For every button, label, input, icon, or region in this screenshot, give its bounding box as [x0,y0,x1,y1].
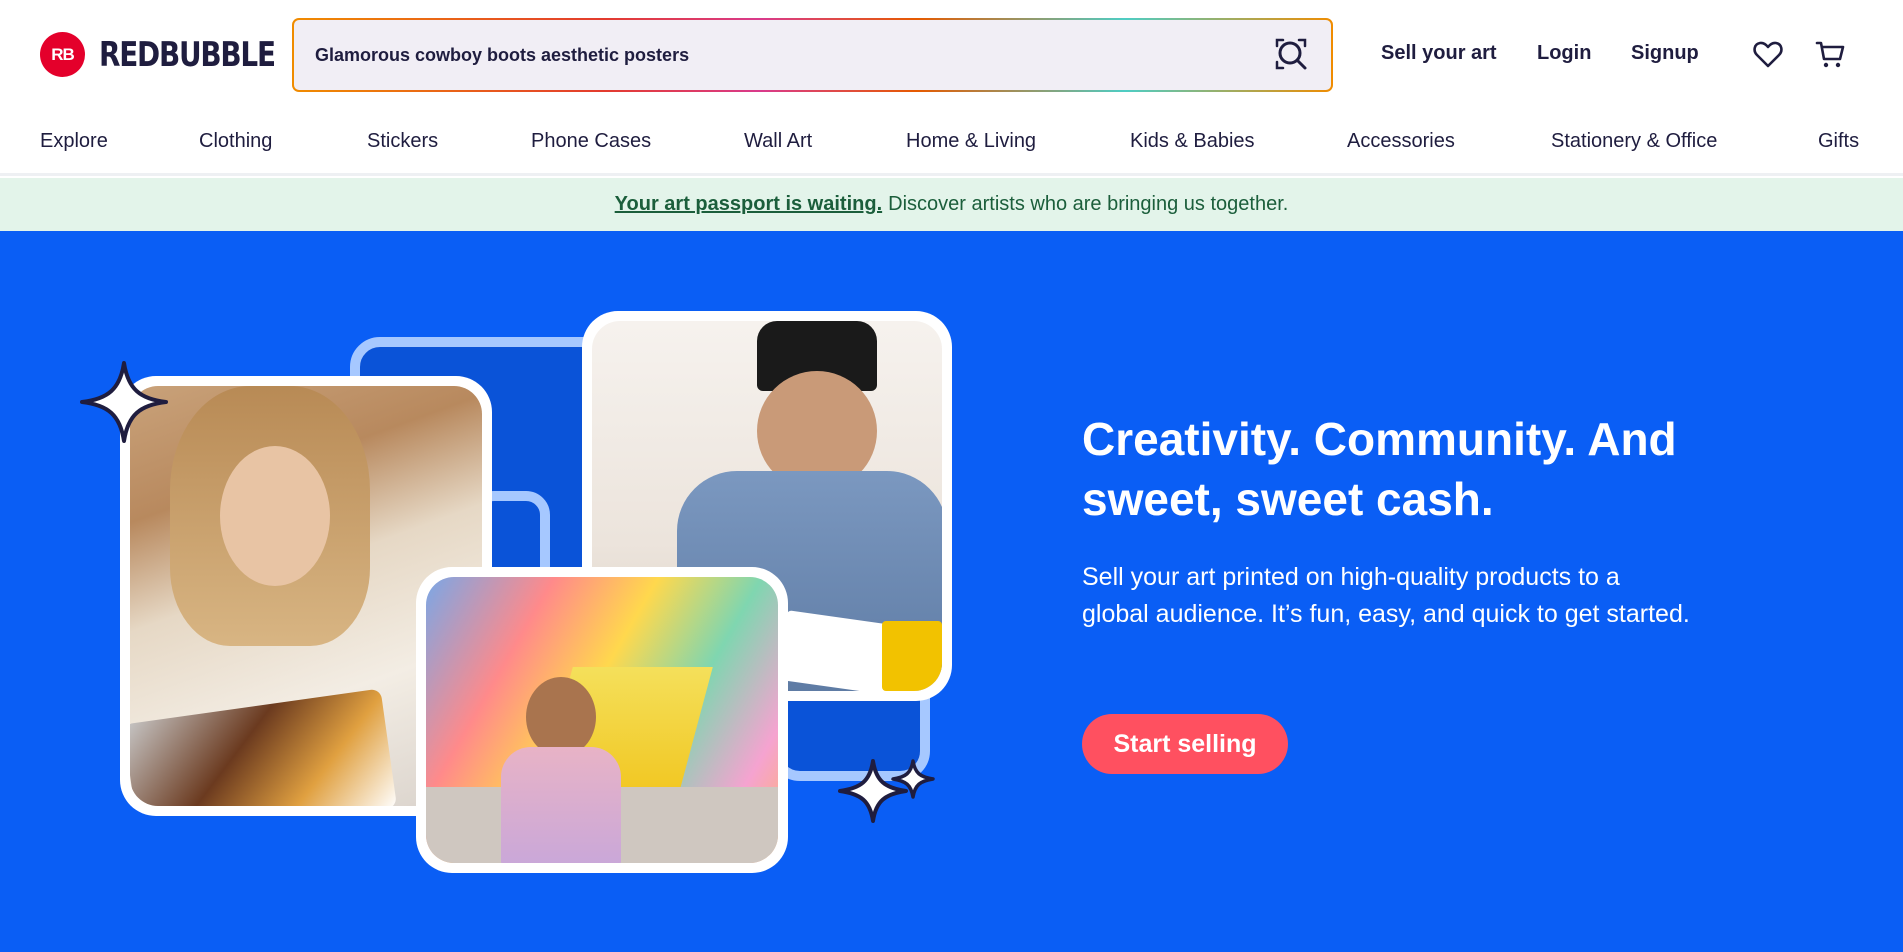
site-header: RB REDBUBBLE Sell your art Login Signup [0,0,1903,108]
sparkle-icon [80,361,168,443]
search-box [294,20,1331,90]
category-explore[interactable]: Explore [40,130,108,153]
hero-title: Creativity. Community. And sweet, sweet … [1082,413,1677,525]
logo-wordmark: REDBUBBLE [99,34,276,75]
category-stickers[interactable]: Stickers [367,130,438,153]
category-clothing[interactable]: Clothing [199,130,272,153]
category-phone-cases[interactable]: Phone Cases [531,130,651,153]
search-input[interactable] [315,44,1215,66]
redbubble-logo[interactable]: RB REDBUBBLE [40,32,313,77]
artist-photo-mural [416,567,788,873]
banner-text: Discover artists who are bringing us tog… [888,193,1289,215]
hero-section: Creativity. Community. And sweet, sweet … [0,231,1903,952]
logo-mark-icon: RB [40,32,85,77]
hero-subtitle: Sell your art printed on high-quality pr… [1082,563,1690,628]
search-bar [292,18,1333,92]
category-kids-babies[interactable]: Kids & Babies [1130,130,1255,153]
login-link[interactable]: Login [1537,42,1591,65]
heart-icon[interactable] [1752,38,1784,70]
category-accessories[interactable]: Accessories [1347,130,1455,153]
promo-banner: Your art passport is waiting. Discover a… [0,178,1903,231]
start-selling-button[interactable]: Start selling [1082,714,1288,774]
signup-link[interactable]: Signup [1631,42,1699,65]
category-wall-art[interactable]: Wall Art [744,130,812,153]
category-gifts[interactable]: Gifts [1818,130,1859,153]
category-home-living[interactable]: Home & Living [906,130,1036,153]
visual-search-icon[interactable] [1273,36,1309,72]
sparkle-icon [891,759,935,799]
cart-icon[interactable] [1814,38,1846,70]
sell-your-art-link[interactable]: Sell your art [1381,42,1497,65]
art-passport-link[interactable]: Your art passport is waiting. [615,193,882,216]
category-stationery-office[interactable]: Stationery & Office [1551,130,1717,153]
category-nav: Explore Clothing Stickers Phone Cases Wa… [0,108,1903,176]
